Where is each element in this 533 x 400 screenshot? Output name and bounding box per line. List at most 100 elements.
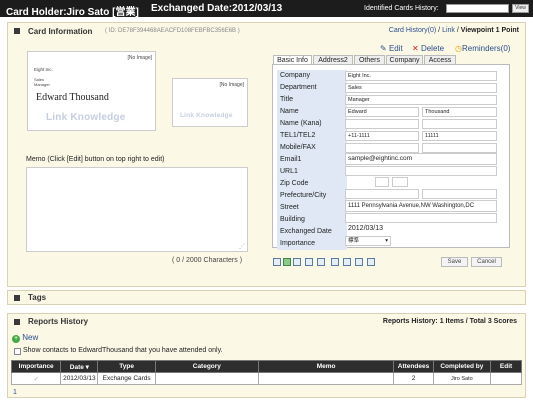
card-id: ( ID: DE78F394468AEACFD108FEBFBC356E6B ) (105, 28, 240, 34)
col-category[interactable]: Category (154, 360, 259, 373)
collapse-icon[interactable] (14, 28, 20, 34)
card-nav: Card History(0) / Link / Viewpoint 1 Poi… (389, 27, 519, 34)
email-field[interactable]: sample@eightinc.com (345, 153, 497, 165)
importance-select[interactable]: 標準 ▾ (345, 236, 391, 246)
card-back-image[interactable]: [No Image] Link Knowledge (172, 78, 248, 127)
kana-last-field[interactable] (422, 119, 497, 129)
first-name-field[interactable]: Edward (345, 107, 419, 117)
last-name-field[interactable]: Thousand (422, 107, 497, 117)
collapse-icon[interactable] (14, 295, 20, 301)
sort-icon[interactable]: ▾ (86, 364, 89, 371)
field-label-department: Department (277, 82, 347, 94)
title-field[interactable]: Manager (345, 95, 497, 105)
copy-icon[interactable] (355, 258, 363, 266)
edit-label: Edit (388, 44, 403, 53)
street-field[interactable]: 1111 Pennsylvania Avenue,NW Washington,D… (345, 200, 497, 212)
col-edit[interactable]: Edit (490, 360, 522, 373)
memo-textarea[interactable]: ⋰ (26, 167, 248, 252)
col-type[interactable]: Type (97, 360, 156, 373)
field-label-exchanged: Exchanged Date (277, 226, 347, 238)
pencil-icon: ✎ (380, 44, 387, 53)
plus-icon: + (12, 335, 20, 343)
tel2-field[interactable]: 11111 (422, 131, 497, 141)
link-link[interactable]: Link (442, 27, 455, 34)
mail-icon[interactable] (343, 258, 351, 266)
reports-title: Reports History (28, 317, 89, 326)
category-cell (154, 372, 259, 385)
memo-cell (257, 372, 395, 385)
zip2-field[interactable] (392, 177, 408, 187)
card-company: Eight Inc. (34, 67, 53, 72)
field-label-email: Email1 (277, 154, 347, 166)
delete-x-icon: ✕ (412, 44, 419, 53)
top-bar: Card Holder:Jiro Sato [営業] Exchanged Dat… (0, 0, 533, 18)
tel1-field[interactable]: +11-1111 (345, 131, 419, 141)
char-count: ( 0 / 2000 Characters ) (172, 257, 243, 264)
building-field[interactable] (345, 213, 497, 223)
city-field[interactable] (422, 189, 497, 199)
col-attendees[interactable]: Attendees (393, 360, 434, 373)
prefecture-field[interactable] (345, 189, 419, 199)
completed-by-cell: Jiro Sato (432, 372, 492, 385)
reminders-label: Reminders(0) (461, 44, 511, 53)
url-field[interactable] (345, 166, 497, 176)
col-date[interactable]: Date ▾ (60, 360, 99, 373)
watermark-logo: Link Knowledge (46, 112, 126, 123)
check-icon: ✓ (33, 375, 39, 383)
duplicate-icon[interactable] (367, 258, 375, 266)
memo-label: Memo (Click [Edit] button on top right t… (26, 156, 165, 163)
table-header-row: Importance Date ▾ Type Category Memo Att… (10, 360, 522, 373)
print-icon[interactable] (331, 258, 339, 266)
card-holder-title: Card Holder:Jiro Sato [営業] (6, 7, 139, 18)
field-label-url: URL1 (277, 166, 347, 178)
col-completed-by[interactable]: Completed by (432, 360, 492, 373)
vcard-icon[interactable] (317, 258, 325, 266)
contact-icon[interactable] (293, 258, 301, 266)
page-number[interactable]: 1 (13, 389, 17, 396)
importance-value: 標準 (348, 238, 360, 244)
date-cell: 2012/03/13 (60, 372, 99, 385)
history-label: Identified Cards History: (364, 5, 439, 12)
field-label-name-kana: Name (Kana) (277, 118, 347, 130)
resize-handle-icon[interactable]: ⋰ (239, 243, 245, 250)
tags-section: Tags (7, 290, 526, 305)
fax-field[interactable] (422, 143, 497, 153)
delete-label: Delete (420, 44, 445, 53)
collapse-icon[interactable] (14, 319, 20, 325)
zip1-field[interactable] (375, 177, 389, 187)
mobile-field[interactable] (345, 143, 419, 153)
card-front-image[interactable]: [No Image] Eight Inc. Sales Manager Edwa… (27, 51, 156, 131)
table-row[interactable]: ✓ 2012/03/13 Exchange Cards 2 Jiro Sato (10, 372, 522, 385)
department-field[interactable]: Sales (345, 83, 497, 93)
company-field[interactable]: Eight Inc. (345, 71, 497, 81)
viewpoint-label: Viewpoint 1 Point (460, 27, 519, 34)
edit-button[interactable]: ✎ Edit (380, 44, 403, 53)
outlook-icon[interactable] (305, 258, 313, 266)
export-icon[interactable] (273, 258, 281, 266)
delete-button[interactable]: ✕ Delete (412, 44, 444, 53)
reports-table: Importance Date ▾ Type Category Memo Att… (10, 360, 522, 385)
kana-first-field[interactable] (345, 119, 419, 129)
save-button[interactable]: Save (441, 257, 468, 267)
reminders-button[interactable]: ◷Reminders(0) (455, 44, 510, 53)
section-title: Card Information (28, 27, 93, 36)
reports-history-section: Reports History Reports History: 1 Items… (7, 313, 526, 398)
field-label-tel: TEL1/TEL2 (277, 130, 347, 142)
card-history-link[interactable]: Card History(0) (389, 27, 436, 34)
new-report-button[interactable]: + New (12, 333, 38, 343)
cancel-button[interactable]: Cancel (471, 257, 502, 267)
field-label-building: Building (277, 214, 347, 226)
col-memo[interactable]: Memo (257, 360, 395, 373)
attended-only-checkbox[interactable] (14, 348, 21, 355)
watermark-logo: Link Knowledge (180, 112, 233, 119)
field-label-zip: Zip Code (277, 178, 347, 190)
no-image-label: [No Image] (127, 55, 152, 61)
col-importance[interactable]: Importance (10, 360, 62, 373)
clock-icon: ◷ (455, 44, 462, 53)
edit-cell[interactable] (490, 372, 522, 385)
history-go-button[interactable]: View (512, 4, 529, 13)
tags-title: Tags (28, 293, 47, 302)
green-circle-icon[interactable] (283, 258, 291, 266)
history-select[interactable] (446, 4, 509, 13)
exchanged-date-value: 2012/03/13 (348, 225, 384, 232)
